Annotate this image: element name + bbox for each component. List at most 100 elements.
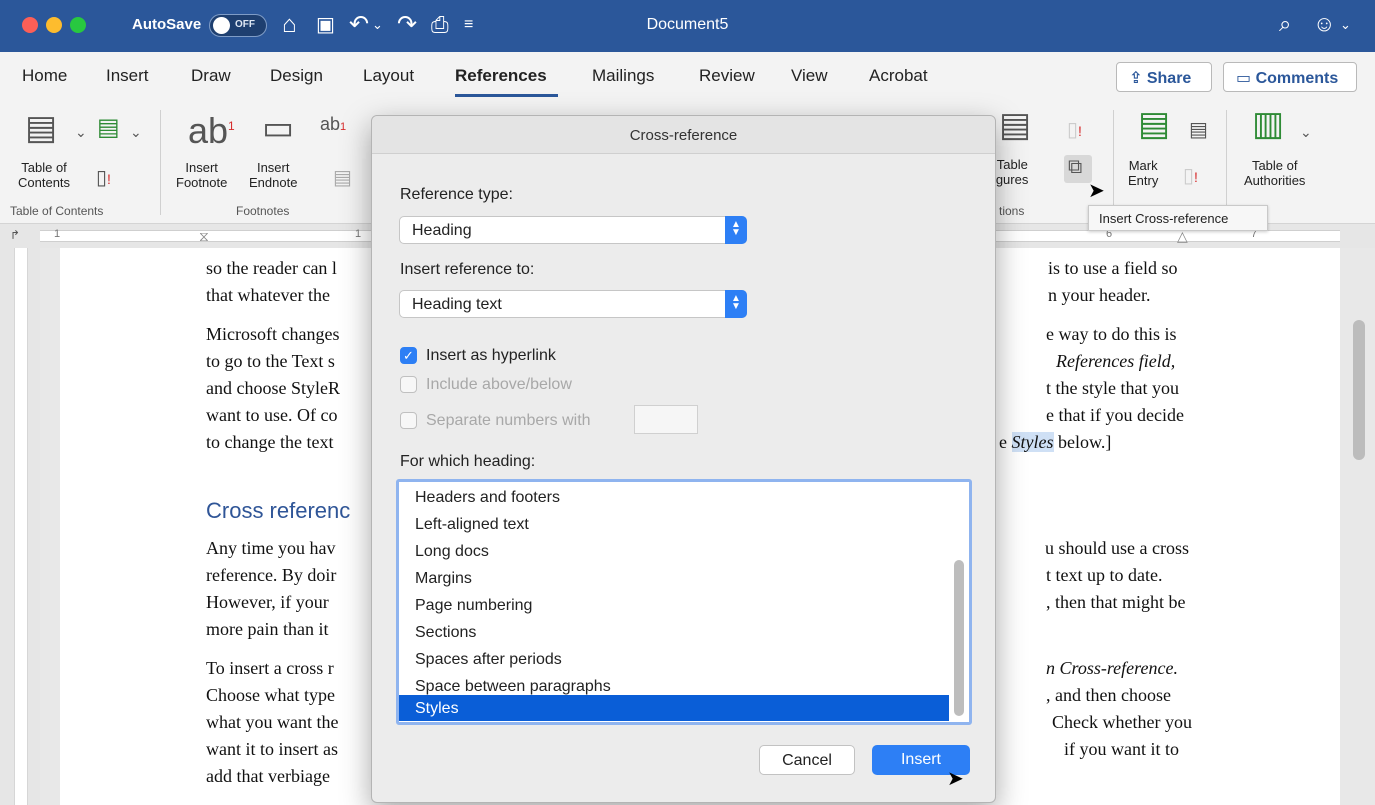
doc-text: below.] xyxy=(1053,432,1112,452)
insert-as-hyperlink-checkbox[interactable]: ✓ xyxy=(400,347,417,364)
separate-numbers-checkbox[interactable] xyxy=(400,412,417,429)
authorities-chevron-down-icon[interactable]: ⌄ xyxy=(1300,112,1312,152)
tab-view[interactable]: View xyxy=(791,66,828,86)
tab-acrobat[interactable]: Acrobat xyxy=(869,66,928,86)
insert-footnote-label: Insert Footnote xyxy=(176,160,228,190)
share-label: Share xyxy=(1146,70,1192,87)
doc-line-left: To insert a cross r xyxy=(206,658,334,678)
tab-home[interactable]: Home xyxy=(22,66,67,86)
doc-line-right: , then that might be xyxy=(1046,592,1186,612)
toc-dropdown-chevron-icon[interactable]: ⌄ xyxy=(75,112,87,152)
update-index-icon[interactable]: ▯! xyxy=(1183,156,1198,197)
list-item[interactable]: Long docs xyxy=(399,538,949,564)
cancel-button[interactable]: Cancel xyxy=(759,745,855,775)
insert-reference-to-value: Heading text xyxy=(412,296,502,313)
separator-input[interactable] xyxy=(634,405,698,434)
ribbon-separator xyxy=(1226,110,1227,215)
list-item[interactable]: Headers and footers xyxy=(399,484,949,510)
group-label-footnotes: Footnotes xyxy=(236,204,290,218)
doc-line-right: Check whether you xyxy=(1052,712,1192,732)
doc-line-left: Any time you hav xyxy=(206,538,336,558)
select-arrows-icon: ▲ ▼ xyxy=(725,216,747,244)
mark-entry-icon[interactable]: ▤ xyxy=(1138,104,1170,144)
doc-line-right: e that if you decide xyxy=(1046,405,1184,425)
tab-stop-icon[interactable]: ↱ xyxy=(10,228,20,242)
doc-line-left: want it to insert as xyxy=(206,739,338,759)
doc-line-right: , and then choose xyxy=(1046,685,1171,705)
doc-line-left: that whatever the xyxy=(206,285,330,305)
insert-table-of-figures-icon[interactable]: ▤ xyxy=(999,105,1031,145)
doc-line-right: t the style that you xyxy=(1046,378,1179,398)
mark-entry-label: Mark Entry xyxy=(1128,158,1159,188)
search-icon[interactable]: ⌕ xyxy=(1279,11,1291,37)
doc-line-left: what you want the xyxy=(206,712,339,732)
insert-endnote-label: Insert Endnote xyxy=(249,160,298,190)
selected-text-styles[interactable]: Styles xyxy=(1011,432,1054,452)
tab-references[interactable]: References xyxy=(455,66,547,86)
doc-line-right: is to use a field so xyxy=(1048,258,1178,278)
select-arrows-icon: ▲ ▼ xyxy=(725,290,747,318)
title-bar: AutoSave OFF ⌂ ▣ ↶ ⌄ ↷ ⎙ ≡ Document5 ⌕ ☺… xyxy=(0,0,1375,52)
table-of-authorities-label: Table of Authorities xyxy=(1244,158,1306,188)
doc-line-right: e Styles below.] xyxy=(999,432,1111,453)
tab-draw[interactable]: Draw xyxy=(191,66,231,86)
doc-line-right: u should use a cross xyxy=(1045,538,1189,558)
doc-heading: Cross referenc xyxy=(206,498,351,523)
update-figures-icon[interactable]: ▯! xyxy=(1067,110,1082,151)
insert-footnote-icon[interactable]: ab1 xyxy=(188,106,235,151)
feedback-chevron-down-icon[interactable]: ⌄ xyxy=(1340,17,1351,33)
mouse-cursor-icon: ➤ xyxy=(947,768,964,790)
ruler-number: 1 xyxy=(54,228,61,240)
doc-line-left: Microsoft changes xyxy=(206,324,340,344)
list-item[interactable]: Page numbering xyxy=(399,592,949,618)
show-notes-icon[interactable]: ▤ xyxy=(333,158,352,198)
listbox-scrollbar[interactable] xyxy=(954,560,964,716)
tab-mailings[interactable]: Mailings xyxy=(592,66,654,86)
comments-button[interactable]: ▭ Comments xyxy=(1223,62,1357,92)
doc-line-left: want to use. Of co xyxy=(206,405,338,425)
doc-line-left: to go to the Text s xyxy=(206,351,335,371)
doc-text: e xyxy=(999,432,1012,452)
list-item-selected[interactable]: Styles xyxy=(399,695,949,721)
list-item[interactable]: Sections xyxy=(399,619,949,645)
table-of-authorities-icon[interactable]: ▥ xyxy=(1252,104,1284,144)
for-which-heading-label: For which heading: xyxy=(400,453,536,470)
ruler-number: 1 xyxy=(355,228,362,240)
tab-layout[interactable]: Layout xyxy=(363,66,414,86)
active-tab-indicator xyxy=(455,94,558,97)
separate-numbers-label: Separate numbers with xyxy=(426,412,591,429)
document-scrollbar[interactable] xyxy=(1353,320,1365,460)
mouse-cursor-icon: ➤ xyxy=(1088,180,1105,202)
doc-line-left: However, if your xyxy=(206,592,329,612)
next-footnote-icon[interactable]: ab1 xyxy=(320,104,346,147)
doc-line-right: t text up to date. xyxy=(1046,565,1163,585)
share-button[interactable]: ⇪ Share xyxy=(1116,62,1212,92)
table-of-contents-icon[interactable]: ▤ xyxy=(25,108,57,148)
group-label-captions: tions xyxy=(999,204,1025,218)
cross-reference-icon: ⧉ xyxy=(1068,156,1083,178)
insert-endnote-icon[interactable]: ▭ xyxy=(262,108,294,148)
tab-review[interactable]: Review xyxy=(699,66,755,86)
doc-line-left: to change the text xyxy=(206,432,334,452)
list-item[interactable]: Spaces after periods xyxy=(399,646,949,672)
tab-insert[interactable]: Insert xyxy=(106,66,149,86)
insert-index-icon[interactable]: ▤ xyxy=(1189,110,1208,150)
reference-type-value: Heading xyxy=(412,222,472,239)
heading-listbox[interactable]: Headers and footers Left-aligned text Lo… xyxy=(396,479,972,725)
add-text-icon[interactable]: ▤ xyxy=(97,108,120,148)
smiley-feedback-icon[interactable]: ☺ xyxy=(1313,11,1335,37)
document-title: Document5 xyxy=(646,16,729,33)
reference-type-select[interactable]: Heading ▲ ▼ xyxy=(399,216,747,244)
include-above-below-checkbox[interactable] xyxy=(400,376,417,393)
indent-marker-icon[interactable]: ⧖ xyxy=(199,228,209,245)
add-text-chevron-icon[interactable]: ⌄ xyxy=(130,112,142,152)
table-of-contents-label: Table of Contents xyxy=(18,160,71,190)
list-item[interactable]: Left-aligned text xyxy=(399,511,949,537)
tab-design[interactable]: Design xyxy=(270,66,323,86)
update-table-icon[interactable]: ▯! xyxy=(96,158,111,199)
ribbon-separator xyxy=(160,110,161,215)
doc-line-left: more pain than it xyxy=(206,619,329,639)
vertical-ruler[interactable] xyxy=(0,248,40,805)
insert-reference-to-select[interactable]: Heading text ▲ ▼ xyxy=(399,290,747,318)
list-item[interactable]: Margins xyxy=(399,565,949,591)
